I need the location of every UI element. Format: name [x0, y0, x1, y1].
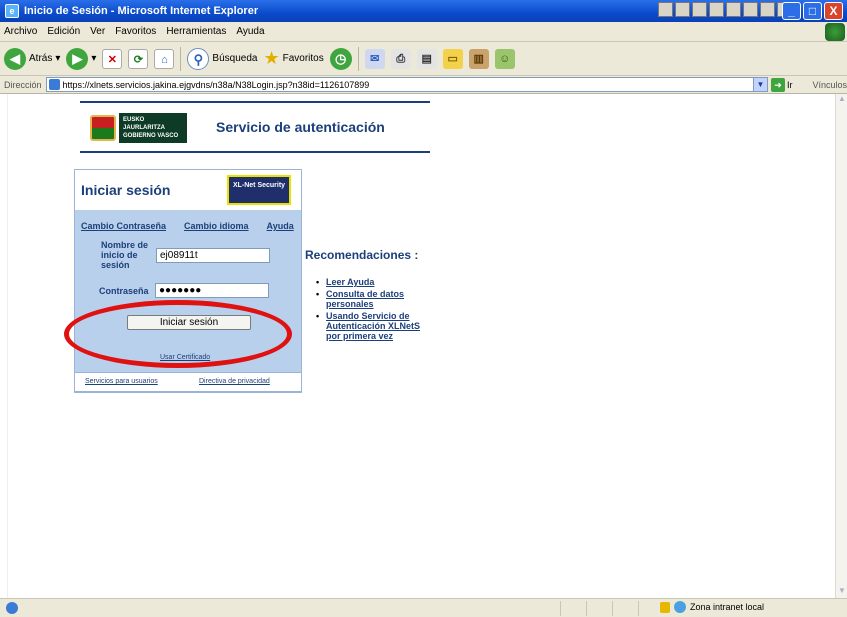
menu-ver[interactable]: Ver: [90, 26, 105, 37]
toolbar-separator: [357, 46, 359, 71]
menu-favoritos[interactable]: Favoritos: [115, 26, 156, 37]
window-controls: _ □ X: [782, 2, 843, 20]
username-label: Nombre de inicio de sesión: [101, 240, 149, 270]
ie-app-icon: e: [5, 4, 19, 18]
vertical-scrollbar[interactable]: ▲ ▼: [835, 94, 847, 598]
back-button[interactable]: ◀ Atrás ▾: [4, 47, 60, 70]
address-dropdown-icon[interactable]: ▼: [752, 78, 767, 91]
close-button[interactable]: X: [824, 2, 843, 20]
change-language-link[interactable]: Cambio idioma: [184, 221, 249, 231]
recommendations-title: Recomendaciones :: [305, 248, 419, 262]
search-button[interactable]: ⚲ Búsqueda: [187, 47, 258, 70]
xlnet-security-logo: XL-Net Security: [227, 175, 291, 205]
tray-icon[interactable]: [709, 2, 724, 17]
favorites-label: Favoritos: [282, 53, 324, 64]
coat-of-arms-icon: [90, 115, 116, 141]
list-item: Leer Ayuda: [316, 277, 436, 287]
messenger-icon[interactable]: ☺: [494, 48, 515, 69]
maximize-button[interactable]: □: [803, 2, 822, 20]
tray-icon[interactable]: [658, 2, 673, 17]
login-links: Cambio Contraseña Cambio idioma Ayuda: [81, 221, 294, 231]
password-field[interactable]: ●●●●●●●: [155, 283, 269, 298]
logo-text: EUSKO JAURLARITZA GOBIERNO VASCO: [119, 113, 187, 143]
search-icon: ⚲: [187, 47, 210, 70]
toolbar-separator: [180, 46, 182, 71]
login-footer: Servicios para usuarios Directiva de pri…: [74, 372, 302, 392]
help-link[interactable]: Ayuda: [267, 221, 294, 231]
menu-edicion[interactable]: Edición: [47, 26, 80, 37]
tray-icon[interactable]: [760, 2, 775, 17]
toolbar: ◀ Atrás ▾ ▶ ▾ ✕ ⟳ ⌂ ⚲ Búsqueda ★ Favorit…: [0, 42, 847, 76]
security-zone: Zona intranet local: [660, 601, 764, 613]
go-label: Ir: [786, 79, 793, 90]
government-logo: EUSKO JAURLARITZA GOBIERNO VASCO: [90, 113, 187, 143]
password-label: Contraseña: [99, 286, 149, 296]
intranet-globe-icon: [674, 601, 686, 613]
menu-bar: Archivo Edición Ver Favoritos Herramient…: [0, 22, 847, 42]
minimize-button[interactable]: _: [782, 2, 801, 20]
list-item: Consulta de datos personales: [316, 289, 436, 309]
stop-icon[interactable]: ✕: [102, 48, 123, 69]
header-rule-top: [80, 101, 430, 103]
tray-icons: [658, 2, 792, 17]
home-icon[interactable]: ⌂: [154, 48, 175, 69]
zone-label: Zona intranet local: [690, 602, 765, 612]
address-label: Dirección: [4, 79, 42, 90]
menu-archivo[interactable]: Archivo: [4, 26, 37, 37]
personal-data-link[interactable]: Consulta de datos personales: [326, 289, 404, 309]
login-title: Iniciar sesión: [81, 182, 171, 198]
read-help-link[interactable]: Leer Ayuda: [326, 277, 374, 287]
history-icon[interactable]: ◷: [329, 47, 352, 70]
recommendations-list: Leer Ayuda Consulta de datos personales …: [316, 277, 436, 343]
windows-logo-icon: [825, 23, 845, 41]
search-label: Búsqueda: [212, 53, 258, 64]
address-input[interactable]: https://xlnets.servicios.jakina.ejgvdns/…: [45, 77, 768, 92]
status-cells: [560, 601, 664, 616]
header-rule-bottom: [80, 151, 430, 153]
edit-icon[interactable]: ▤: [416, 48, 437, 69]
links-toolbar[interactable]: Vínculos: [812, 80, 847, 90]
research-icon[interactable]: ▥: [468, 48, 489, 69]
back-label: Atrás: [29, 53, 53, 64]
login-header: Iniciar sesión XL-Net Security: [75, 170, 301, 210]
lock-icon: [660, 601, 670, 613]
folder-icon[interactable]: ▭: [442, 48, 463, 69]
forward-arrow-icon: ▶: [66, 47, 89, 70]
page-title: Servicio de autenticación: [216, 119, 385, 135]
menu-ayuda[interactable]: Ayuda: [236, 26, 264, 37]
page-status-icon: [6, 602, 18, 614]
tray-icon[interactable]: [743, 2, 758, 17]
tray-icon[interactable]: [675, 2, 690, 17]
address-bar: Dirección https://xlnets.servicios.jakin…: [0, 76, 847, 94]
page-icon: [48, 79, 60, 90]
username-field[interactable]: ej08911t: [156, 248, 270, 263]
menu-herramientas[interactable]: Herramientas: [166, 26, 226, 37]
mail-icon[interactable]: ✉: [364, 48, 385, 69]
favorites-star-icon: ★: [263, 48, 280, 68]
list-item: Usando Servicio de Autenticación XLNetS …: [316, 311, 436, 341]
refresh-icon[interactable]: ⟳: [128, 48, 149, 69]
window-title: Inicio de Sesión - Microsoft Internet Ex…: [24, 5, 259, 17]
status-bar: Zona intranet local: [0, 598, 847, 617]
back-arrow-icon: ◀: [4, 47, 26, 70]
highlight-oval: [64, 300, 292, 368]
go-arrow-icon: ➜: [770, 77, 785, 92]
change-password-link[interactable]: Cambio Contraseña: [81, 221, 166, 231]
privacy-policy-link[interactable]: Directiva de privacidad: [199, 378, 270, 385]
forward-button[interactable]: ▶ ▾: [66, 47, 96, 70]
favorites-button[interactable]: ★ Favoritos: [263, 48, 323, 69]
user-services-link[interactable]: Servicios para usuarios: [85, 378, 158, 385]
first-use-link[interactable]: Usando Servicio de Autenticación XLNetS …: [326, 311, 420, 341]
address-url: https://xlnets.servicios.jakina.ejgvdns/…: [62, 79, 370, 90]
content-edge: [0, 94, 8, 598]
scroll-down-icon[interactable]: ▼: [836, 586, 847, 598]
print-icon[interactable]: ⎙: [390, 48, 411, 69]
title-bar: e Inicio de Sesión - Microsoft Internet …: [0, 0, 847, 22]
scroll-up-icon[interactable]: ▲: [836, 94, 847, 106]
go-button[interactable]: ➜ Ir: [770, 77, 793, 92]
tray-icon[interactable]: [726, 2, 741, 17]
page-content: EUSKO JAURLARITZA GOBIERNO VASCO Servici…: [8, 94, 835, 598]
tray-icon[interactable]: [692, 2, 707, 17]
